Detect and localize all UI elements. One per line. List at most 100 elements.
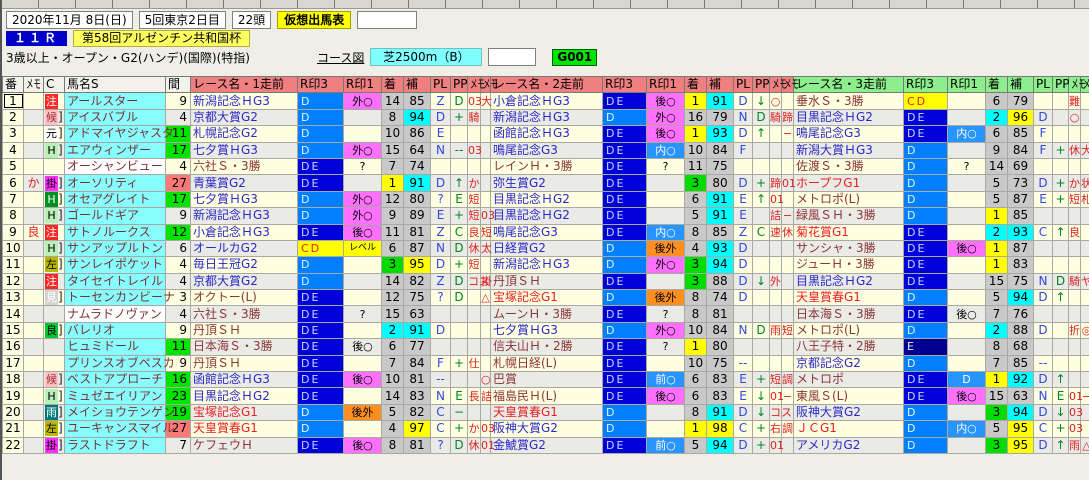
cell-run3-race-name[interactable]: 日本海Ｓ・3勝: [793, 305, 904, 323]
cell-run1-race-name[interactable]: 毎日王冠G2: [190, 256, 298, 274]
cell-run1-race-name[interactable]: 丹頂ＳＨ: [190, 321, 298, 340]
cell-run3-race-name[interactable]: ホープフG1: [793, 174, 904, 192]
cell-run3-race-name[interactable]: 八王子特・2勝: [793, 338, 904, 356]
course-map-link[interactable]: コース図: [317, 49, 364, 66]
cell-horse-name[interactable]: サンレイポケット: [64, 256, 166, 274]
cell-run1-race-name[interactable]: 京都大賞G2: [190, 272, 298, 291]
cell-run3-race-name[interactable]: サンシャ・3勝: [793, 239, 904, 258]
cell-horse-name[interactable]: ナムラドノヴァン: [64, 305, 166, 323]
cell-run2-race-name[interactable]: 金鯱賞G2: [490, 436, 603, 454]
cell-horse-number[interactable]: 17: [2, 354, 24, 373]
cell-horse-name[interactable]: オーソリティ: [64, 174, 166, 192]
cell-horse-number[interactable]: 6: [2, 174, 24, 192]
cell-run1-race-name[interactable]: 丹頂ＳＨ: [190, 354, 298, 373]
cell-run1-race-name[interactable]: 七夕賞ＨG3: [190, 190, 298, 209]
cell-horse-number[interactable]: 19: [2, 387, 24, 405]
cell-horse-name[interactable]: アドマイヤジャスタ: [64, 125, 174, 143]
cell-run1-race-name[interactable]: オールカG2: [190, 239, 298, 258]
cell-horse-name[interactable]: タイセイトレイル: [64, 272, 166, 291]
cell-run1-race-name[interactable]: 函館記念ＨG3: [190, 371, 298, 389]
cell-run2-race-name[interactable]: 七夕賞ＨG3: [490, 321, 603, 340]
cell-horse-name[interactable]: ユーキャンスマイル: [64, 420, 174, 438]
cell-run3-race-name[interactable]: 京都記念G2: [793, 354, 904, 373]
cell-run2-race-name[interactable]: 宝塚記念G1: [490, 289, 603, 307]
cell-horse-name[interactable]: ヒュミドール: [64, 338, 166, 356]
cell-horse-number[interactable]: 15: [2, 321, 24, 340]
cell-run2-race-name[interactable]: 弥生賞G2: [490, 174, 603, 192]
cell-run3-race-name[interactable]: 緑風ＳＨ・3勝: [793, 207, 904, 225]
cell-horse-name[interactable]: エアウィンザー: [64, 141, 166, 159]
cell-horse-name[interactable]: アイスバブル: [64, 108, 166, 127]
cell-run3-race-name[interactable]: 菊花賞G1: [793, 223, 904, 241]
cell-horse-number[interactable]: 10: [2, 239, 24, 258]
cell-run1-race-name[interactable]: 京都大賞G2: [190, 108, 298, 127]
cell-run1-race-name[interactable]: 日本海Ｓ・3勝: [190, 338, 298, 356]
cell-run1-race-name[interactable]: 新潟記念ＨG3: [190, 207, 298, 225]
cell-run3-race-name[interactable]: メトロポ(L): [793, 190, 904, 209]
cell-run3-race-name[interactable]: アメリカG2: [793, 436, 904, 454]
cell-run1-race-name[interactable]: ケフェウＨ: [190, 436, 298, 454]
cell-horse-number[interactable]: 16: [2, 338, 24, 356]
cell-horse-number[interactable]: 13: [2, 289, 24, 307]
cell-run3-race-name[interactable]: 目黒記念ＨG2: [793, 272, 904, 291]
cell-horse-name[interactable]: サンアップルトン: [64, 239, 166, 258]
cell-run3-race-name[interactable]: 佐渡Ｓ・3勝: [793, 157, 904, 176]
cell-run3-race-name[interactable]: ＪＣG1: [793, 420, 904, 438]
cell-horse-name[interactable]: ラストドラフト: [64, 436, 166, 454]
cell-horse-number[interactable]: 4: [2, 141, 24, 159]
cell-horse-number[interactable]: 5: [2, 157, 24, 176]
cell-horse-number[interactable]: 9: [2, 223, 24, 241]
cell-run1-race-name[interactable]: 六社Ｓ・3勝: [190, 157, 298, 176]
cell-run2-race-name[interactable]: 鳴尾記念G3: [490, 223, 603, 241]
cell-run2-race-name[interactable]: 目黒記念ＨG2: [490, 190, 603, 209]
cell-horse-name[interactable]: プリンスオブペスカ: [64, 354, 175, 373]
cell-run1-race-name[interactable]: 六社Ｓ・3勝: [190, 305, 298, 323]
cell-run3-race-name[interactable]: 目黒記念ＨG2: [793, 108, 904, 127]
cell-run2-race-name[interactable]: 丹頂ＳＨ: [490, 272, 603, 291]
cell-run1-race-name[interactable]: オクトー(L): [190, 289, 298, 307]
cell-run2-race-name[interactable]: 天皇賞春G1: [490, 403, 603, 422]
course-input-blank[interactable]: [488, 48, 537, 66]
cell-run2-race-name[interactable]: 日経賞G2: [490, 239, 603, 258]
cell-horse-number[interactable]: 11: [2, 256, 24, 274]
cell-horse-number[interactable]: 7: [2, 190, 24, 209]
cell-run2-race-name[interactable]: 福島民Ｈ(L): [490, 387, 603, 405]
cell-run1-race-name[interactable]: 札幌記念G2: [190, 125, 298, 143]
cell-run2-race-name[interactable]: 阪神大賞G2: [490, 420, 603, 438]
cell-run3-race-name[interactable]: 垂水Ｓ・3勝: [793, 92, 904, 110]
cell-horse-number[interactable]: 1: [2, 92, 24, 110]
cell-horse-number[interactable]: 3: [2, 125, 24, 143]
cell-horse-name[interactable]: ゴールドギア: [64, 207, 166, 225]
cell-horse-name[interactable]: サトノルークス: [64, 223, 166, 241]
cell-run2-race-name[interactable]: 信夫山Ｈ・2勝: [490, 338, 603, 356]
cell-horse-number[interactable]: 21: [2, 420, 24, 438]
cell-run2-race-name[interactable]: 鳴尾記念G3: [490, 141, 603, 159]
cell-horse-number[interactable]: 2: [2, 108, 24, 127]
header-input-blank[interactable]: [357, 11, 418, 29]
cell-horse-name[interactable]: ベストアプローチ: [64, 371, 166, 389]
cell-run2-race-name[interactable]: 新潟記念ＨG3: [490, 108, 603, 127]
cell-horse-name[interactable]: ミュゼエイリアン: [64, 387, 166, 405]
cell-run3-race-name[interactable]: 天皇賞春G1: [793, 289, 904, 307]
cell-run1-race-name[interactable]: 七夕賞ＨG3: [190, 141, 298, 159]
cell-horse-name[interactable]: アールスター: [64, 92, 166, 110]
cell-horse-name[interactable]: バレリオ: [64, 321, 166, 340]
cell-run2-race-name[interactable]: 目黒記念ＨG2: [490, 207, 603, 225]
cell-horse-name[interactable]: オセアグレイト: [64, 190, 166, 209]
cell-run2-race-name[interactable]: 札幌日経(L): [490, 354, 603, 373]
cell-run1-race-name[interactable]: 青葉賞G2: [190, 174, 298, 192]
cell-run3-race-name[interactable]: 新潟大賞ＨG3: [793, 141, 904, 159]
cell-run1-race-name[interactable]: 小倉記念ＨG3: [190, 223, 298, 241]
cell-run1-race-name[interactable]: 目黒記念ＨG2: [190, 387, 298, 405]
cell-run1-race-name[interactable]: 新潟記念ＨG3: [190, 92, 298, 110]
cell-run2-race-name[interactable]: 新潟記念ＨG3: [490, 256, 603, 274]
cell-run2-race-name[interactable]: ムーンＨ・3勝: [490, 305, 603, 323]
cell-run2-race-name[interactable]: レインＨ・3勝: [490, 157, 603, 176]
cell-run3-race-name[interactable]: 阪神大賞G2: [793, 403, 904, 422]
cell-horse-number[interactable]: 20: [2, 403, 24, 422]
cell-horse-number[interactable]: 18: [2, 371, 24, 389]
cell-run1-race-name[interactable]: 宝塚記念G1: [190, 403, 298, 422]
cell-run2-race-name[interactable]: 小倉記念ＨG3: [490, 92, 603, 110]
cell-horse-number[interactable]: 14: [2, 305, 24, 323]
cell-run2-race-name[interactable]: 巴賞: [490, 371, 603, 389]
